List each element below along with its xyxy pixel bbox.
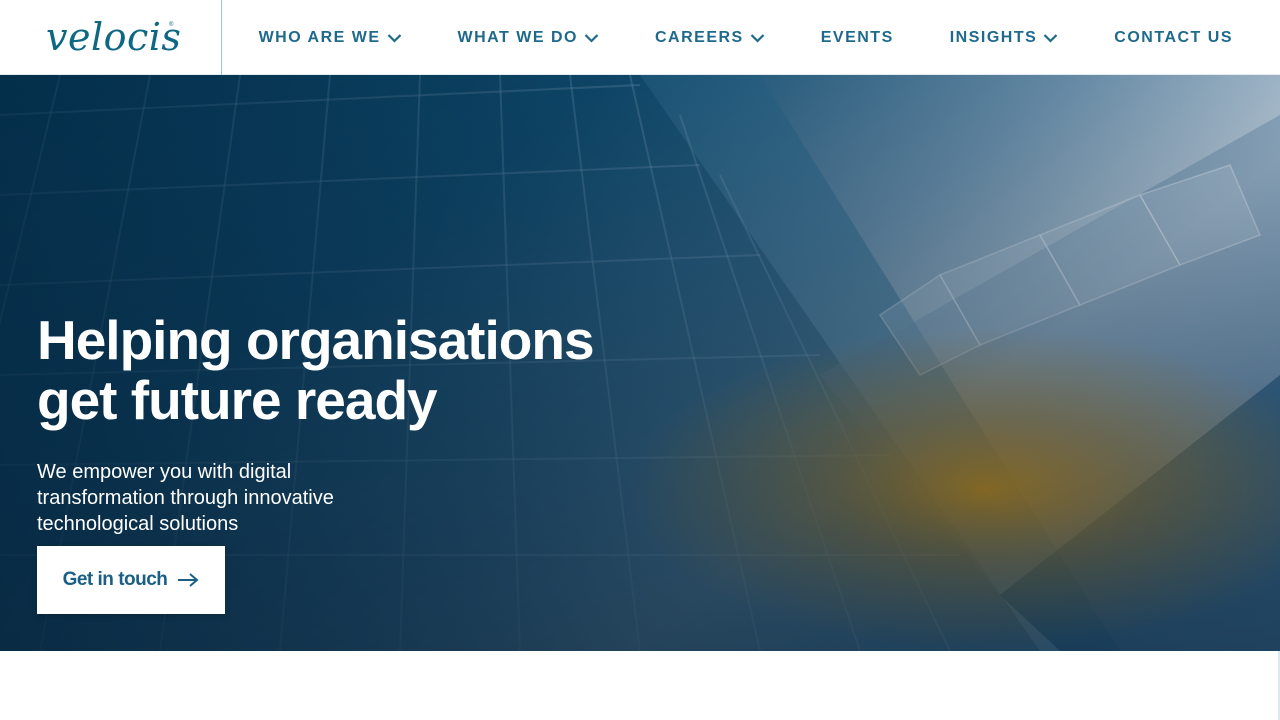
nav-item-events[interactable]: EVENTS <box>821 29 894 47</box>
site-header: velocis ® WHO ARE WE WHAT WE DO CAREERS … <box>0 0 1280 75</box>
velocis-logo[interactable]: velocis <box>46 14 181 60</box>
get-in-touch-button[interactable]: Get in touch <box>37 546 225 614</box>
hero-subtitle: We empower you with digital transformati… <box>37 461 334 535</box>
nav-item-who-are-we[interactable]: WHO ARE WE <box>259 29 402 47</box>
nav-label: INSIGHTS <box>949 28 1038 46</box>
hero-heading: Helping organisations get future ready <box>37 310 657 430</box>
trademark-mark: ® <box>169 22 174 28</box>
cta-label: Get in touch <box>62 569 168 590</box>
nav-label: EVENTS <box>820 28 894 46</box>
nav-item-careers[interactable]: CAREERS <box>655 29 765 47</box>
nav-label: CAREERS <box>654 28 744 46</box>
nav-label: WHAT WE DO <box>457 28 578 46</box>
chevron-down-icon <box>750 33 764 43</box>
hero-heading-line-1: Helping organisations <box>37 309 595 371</box>
below-hero-area <box>0 651 1280 720</box>
chevron-down-icon <box>584 33 599 43</box>
nav-label: CONTACT US <box>1114 28 1233 46</box>
main-nav: WHO ARE WE WHAT WE DO CAREERS EVENTS INS… <box>259 0 1233 75</box>
logo-container: velocis ® <box>0 0 222 75</box>
hero-content: Helping organisations get future ready W… <box>37 310 657 614</box>
chevron-down-icon <box>387 33 401 43</box>
hero-section: Helping organisations get future ready W… <box>0 75 1280 651</box>
chevron-down-icon <box>1044 33 1058 43</box>
arrow-right-icon <box>178 573 199 587</box>
nav-item-what-we-do[interactable]: WHAT WE DO <box>458 29 599 47</box>
nav-item-insights[interactable]: INSIGHTS <box>950 29 1059 47</box>
nav-label: WHO ARE WE <box>258 28 381 46</box>
nav-item-contact-us[interactable]: CONTACT US <box>1114 29 1233 47</box>
hero-heading-line-2: get future ready <box>37 369 438 431</box>
